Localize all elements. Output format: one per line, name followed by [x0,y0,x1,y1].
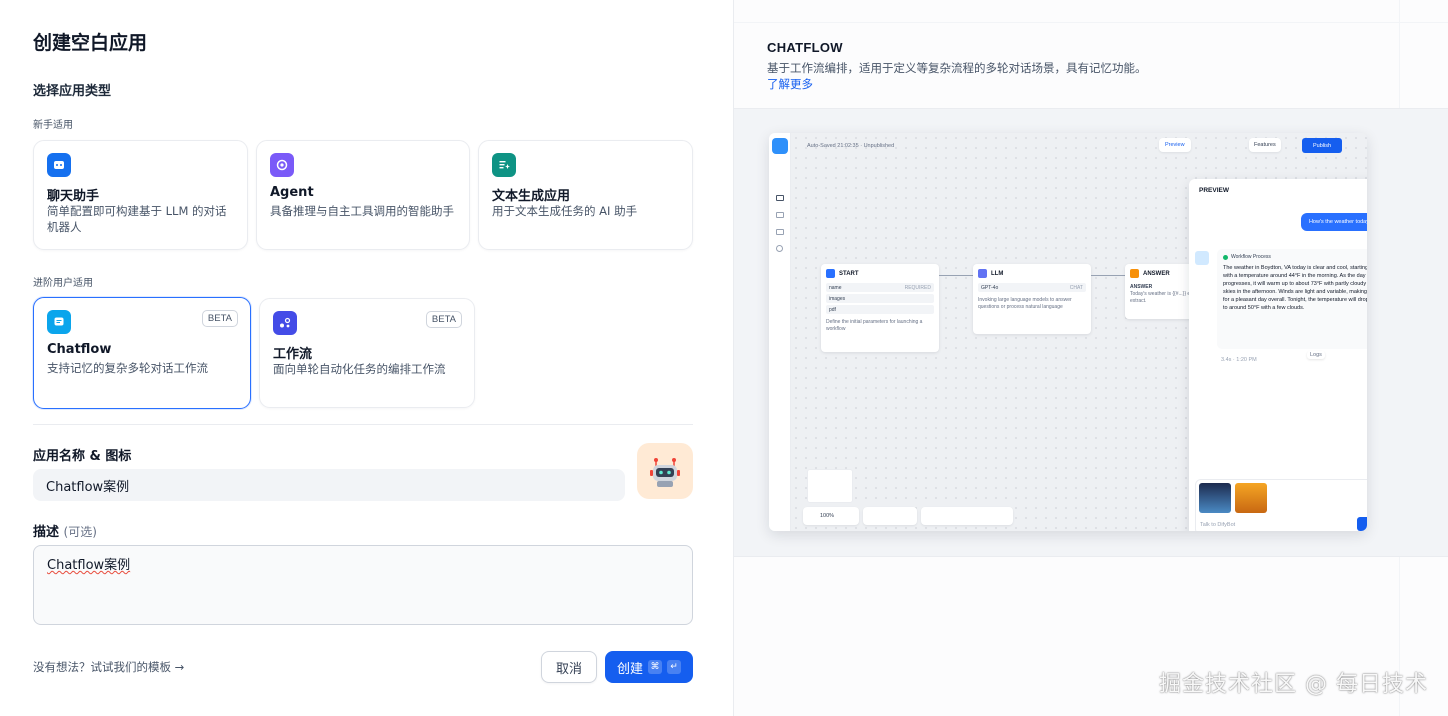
create-app-dialog: 创建空白应用 选择应用类型 新手适用 聊天助手 简单配置即可构建基于 LLM 的… [0,0,733,716]
mock-image-thumbnail [1235,483,1267,513]
preview-description: 基于工作流编排，适用于定义等复杂流程的多轮对话场景，具有记忆功能。 了解更多 [767,61,1147,91]
mock-logs-button: Logs [1307,351,1325,359]
mock-bot-avatar [1195,251,1209,265]
grid-line [734,22,1448,23]
choose-type-heading: 选择应用类型 [33,84,112,99]
card-title: Chatflow [47,342,112,357]
mock-edge [1091,275,1125,276]
section-divider [33,424,693,425]
app-icon-picker[interactable] [637,443,693,499]
mock-minimap [807,469,853,503]
preview-title: CHATFLOW [767,40,843,55]
card-description: 简单配置即可构建基于 LLM 的对话机器人 [47,204,227,234]
mock-nav-icon [776,195,784,201]
beginner-section-label: 新手适用 [33,120,73,131]
learn-more-link[interactable]: 了解更多 [767,77,813,91]
chatflow-screenshot: Auto-Saved 21:02:35 · Unpublished Previe… [769,133,1367,531]
robot-icon [650,458,680,487]
card-description: 用于文本生成任务的 AI 助手 [492,204,638,218]
mock-image-thumbnail [1199,483,1231,513]
mock-nav-icon [776,212,784,218]
app-name-value: Chatflow案例 [46,479,130,495]
app-name-input[interactable]: Chatflow案例 [33,469,625,501]
cmd-key-icon: ⌘ [648,660,662,674]
mock-llm-node: LLM GPT-4o CHAT Invoking large language m… [973,264,1091,334]
mock-edge [939,275,973,276]
beta-badge: BETA [201,310,238,327]
dialog-title: 创建空白应用 [33,32,148,54]
mock-sidebar [769,133,791,531]
app-type-card-chatflow[interactable]: BETA Chatflow 支持记忆的复杂多轮对话工作流 [33,297,251,409]
app-type-card-agent[interactable]: Agent 具备推理与自主工具调用的智能助手 [256,140,470,250]
agent-icon [270,153,294,177]
description-label: 描述 (可选) [33,525,97,540]
mock-tools-toolbar [921,507,1013,525]
card-description: 支持记忆的复杂多轮对话工作流 [47,361,208,375]
mock-bot-meta: 3.4s · 1:20 PM [1221,357,1257,363]
description-value: Chatflow案例 [47,558,131,573]
card-title: 工作流 [273,347,313,362]
mock-nav-icon [776,229,784,235]
template-link[interactable]: 没有想法？试试我们的模板 → [33,659,184,675]
watermark: 掘金技术社区 @ 每日技术 [1159,672,1428,697]
mock-send-icon [1357,517,1367,531]
description-textarea[interactable]: Chatflow案例 [33,545,693,625]
mock-preview-panel: PREVIEW How's the weather today Workflow… [1189,179,1367,531]
preview-image-area: Auto-Saved 21:02:35 · Unpublished Previe… [734,109,1448,556]
mock-user-message: How's the weather today [1300,213,1367,231]
create-button-label: 创建 [616,661,643,677]
mock-start-node: START name REQUIRED images pdf Define the… [821,264,939,352]
card-description: 具备推理与自主工具调用的智能助手 [270,204,454,218]
grid-line [734,556,1448,557]
mock-autosaved: Auto-Saved 21:02:35 · Unpublished [807,143,895,149]
mock-undo-toolbar [863,507,917,525]
mock-publish-button: Publish [1302,138,1342,153]
text-generation-icon [492,153,516,177]
app-type-card-chat-assistant[interactable]: 聊天助手 简单配置即可构建基于 LLM 的对话机器人 [33,140,248,250]
mock-preview-title: PREVIEW [1199,187,1229,194]
mock-chat-input: Talk to DifyBot [1195,479,1367,531]
mock-app-icon [772,138,788,154]
card-title: Agent [270,185,314,200]
chat-bot-icon [47,153,71,177]
mock-preview-button: Preview [1159,138,1191,152]
cancel-button[interactable]: 取消 [541,651,597,683]
app-type-card-text-generation[interactable]: 文本生成应用 用于文本生成任务的 AI 助手 [478,140,693,250]
workflow-icon [273,311,297,335]
card-title: 聊天助手 [47,189,100,204]
app-type-preview-panel: CHATFLOW 基于工作流编排，适用于定义等复杂流程的多轮对话场景，具有记忆功… [733,0,1448,716]
name-icon-label: 应用名称 & 图标 [33,449,132,464]
beta-badge: BETA [425,311,462,328]
card-title: 文本生成应用 [492,189,571,204]
create-button[interactable]: 创建 ⌘ ↵ [605,651,693,683]
mock-nav-icon [776,245,783,252]
mock-features-button: Features [1249,138,1281,152]
enter-key-icon: ↵ [667,660,681,674]
advanced-section-label: 进阶用户适用 [33,278,93,289]
mock-zoom-control: 100% [803,507,859,525]
app-type-card-workflow[interactable]: BETA 工作流 面向单轮自动化任务的编排工作流 [259,298,475,408]
card-description: 面向单轮自动化任务的编排工作流 [273,362,446,376]
chatflow-icon [47,310,71,334]
mock-bot-message: Workflow Process The weather in Boydton,… [1217,249,1367,349]
